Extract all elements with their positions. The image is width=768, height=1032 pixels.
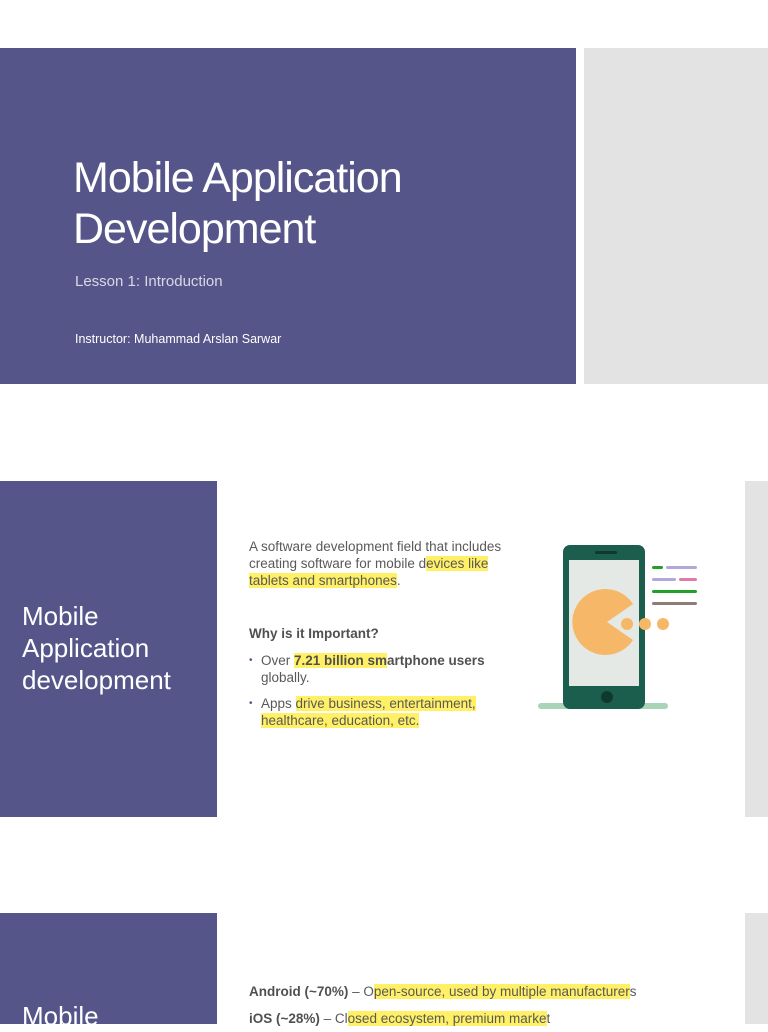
section-heading: Why is it Important? [249,626,379,641]
side-title-line: Application [22,633,150,663]
side-title: Mobile Application development [22,600,171,696]
text: Apps [261,696,296,711]
intro-text: A software development field that includ… [249,538,509,589]
bold-text: Android (~70%) [249,984,349,999]
title-line: Mobile Application [73,154,403,202]
side-title: Mobile [22,1001,99,1031]
instructor-text: Instructor: Muhammad Arslan Sarwar [75,332,282,346]
slide-side-panel [745,913,768,1024]
slide-side-panel [745,481,768,817]
text: . [396,573,401,588]
list-item: Apps drive business, entertainment, heal… [249,695,509,729]
text: globally. [261,670,310,685]
highlighted-text: pen-source, used by multiple manufacture… [373,984,630,999]
phone-pacman-icon [538,545,697,709]
bullet-list: Over 7.21 billion smartphone users globa… [249,652,509,729]
bold-text: artphone users [387,653,485,668]
side-title-line: Mobile [22,601,99,631]
highlighted-text: 7.21 billion sm [294,653,388,668]
list-item: Over 7.21 billion smartphone users globa… [249,652,509,686]
slide-side-panel [584,48,768,384]
text: s [629,984,637,999]
side-title-line: development [22,665,171,695]
slide-subtitle: Lesson 1: Introduction [75,273,223,290]
text: Over [261,653,295,668]
slide-title: Mobile Application Development [73,153,403,255]
slide-body: A software development field that includ… [249,538,509,738]
android-line: Android (~70%) – Open-source, used by mu… [249,978,637,1005]
text: – O [348,984,374,999]
title-line: Development [73,205,316,253]
ios-line: iOS (~28%) – Closed ecosystem, premium m… [249,1005,637,1032]
